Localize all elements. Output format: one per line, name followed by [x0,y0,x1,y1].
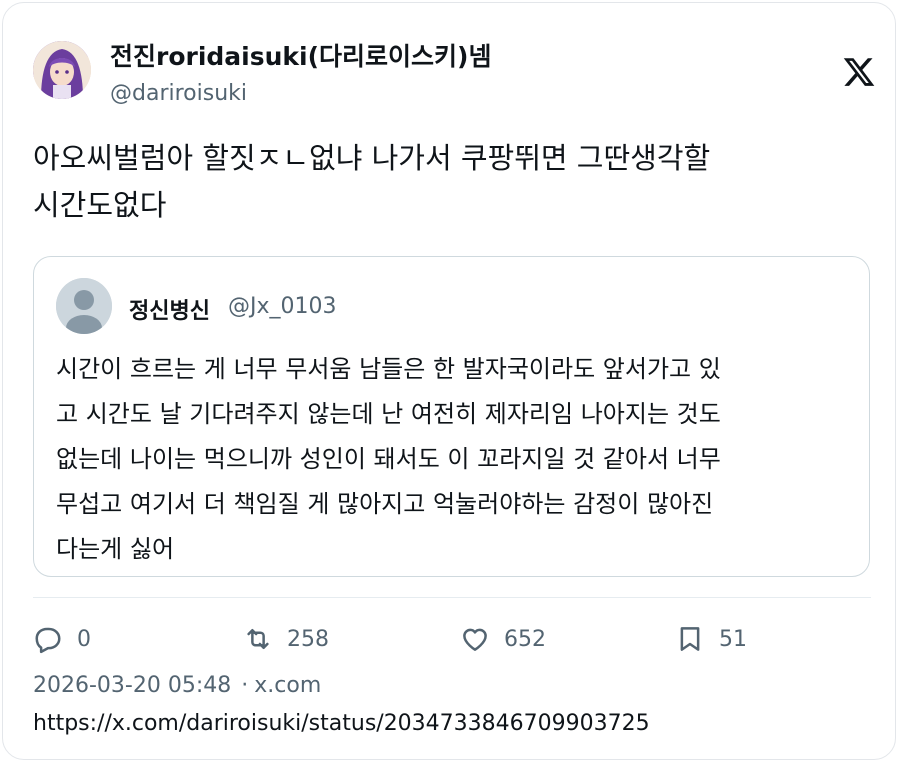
author-avatar[interactable] [33,41,91,99]
quoted-text-line: 고 시간도 날 기다려주지 않는데 난 여전히 제자리임 나아지는 것도 [56,400,721,428]
like-button[interactable]: 652 [460,621,546,657]
author-display-name[interactable]: 전진roridaisuki(다리로이스키)넴 [110,37,491,73]
tweet-text-line: 시간도없다 [33,188,167,222]
like-count: 652 [504,626,546,652]
tweet-timestamp[interactable]: 2026-03-20 05:48 [33,673,231,698]
quoted-author-handle[interactable]: @Jx_0103 [228,294,337,319]
quoted-tweet[interactable]: 정신병신 @Jx_0103 시간이 흐르는 게 너무 무서움 남들은 한 발자국… [33,256,870,577]
quoted-text-line: 무섭고 여기서 더 책임질 게 많아지고 억눌러야하는 감정이 많아진 [56,490,714,518]
bookmark-count: 51 [719,626,747,652]
bookmark-icon [680,627,700,651]
retweet-count: 258 [287,626,329,652]
quoted-author-avatar[interactable] [56,278,112,334]
reply-button[interactable]: 0 [33,621,91,657]
bookmark-button[interactable]: 51 [675,621,747,657]
quoted-text-line: 없는데 나이는 먹으니까 성인이 돼서도 이 꼬라지일 것 같아서 너무 [56,445,721,473]
author-handle[interactable]: @dariroisuki [110,81,247,106]
tweet-url[interactable]: https://x.com/dariroisuki/status/2034733… [33,711,650,736]
tweet-text-line: 아오씨벌럼아 할짓ㅈㄴ없냐 나가서 쿠팡뛰면 그딴생각할 [33,141,711,175]
heart-icon [463,628,487,651]
tweet-meta: 2026-03-20 05:48 · x.com [33,673,321,698]
quoted-text-line: 시간이 흐르는 게 너무 무서움 남들은 한 발자국이라도 앞서가고 있 [56,355,721,383]
quoted-tweet-text: 시간이 흐르는 게 너무 무서움 남들은 한 발자국이라도 앞서가고 있 고 시… [56,347,856,572]
quoted-author-name[interactable]: 정신병신 [129,293,210,325]
reply-icon [35,627,61,654]
retweet-icon [247,629,269,649]
divider [33,597,871,598]
retweet-button[interactable]: 258 [243,621,329,657]
tweet-source: x.com [254,673,322,698]
tweet-card: 전진roridaisuki(다리로이스키)넴 @dariroisuki 아오씨벌… [2,2,896,760]
quoted-text-line: 다는게 싫어 [56,535,175,563]
reply-count: 0 [77,626,91,652]
x-logo-icon[interactable] [842,55,876,89]
meta-separator: · [241,673,249,698]
tweet-text: 아오씨벌럼아 할짓ㅈㄴ없냐 나가서 쿠팡뛰면 그딴생각할 시간도없다 [33,135,863,229]
